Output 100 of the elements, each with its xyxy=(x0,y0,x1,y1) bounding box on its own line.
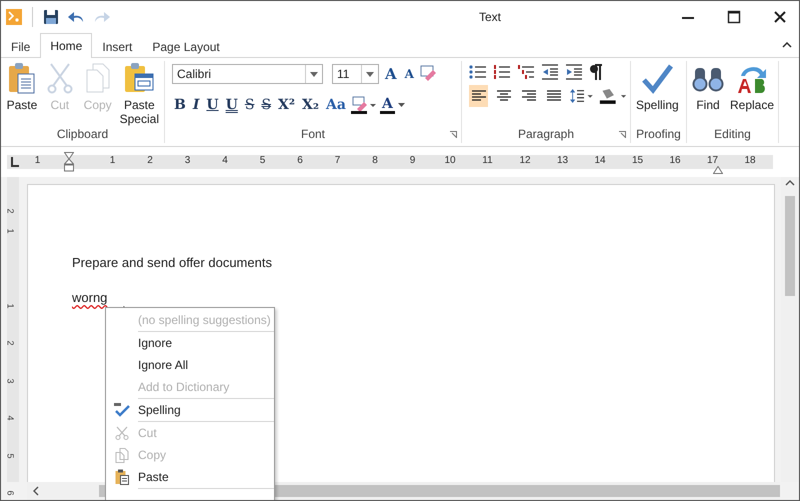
ribbon-tab[interactable]: Insert xyxy=(92,34,142,58)
ruler-number: 3 xyxy=(6,378,16,383)
italic-button[interactable]: I xyxy=(190,95,202,115)
superscript-button[interactable]: X² xyxy=(276,95,298,115)
ruler-number: 18 xyxy=(744,156,756,166)
clear-formatting-icon[interactable] xyxy=(420,65,438,83)
highlight-icon[interactable] xyxy=(350,96,377,114)
group-label: Paragraph xyxy=(518,127,574,143)
right-indent-marker-icon[interactable] xyxy=(713,166,723,174)
shading-icon[interactable] xyxy=(598,87,627,105)
ruler-number: 1 xyxy=(6,228,16,234)
double-strikethrough-button[interactable]: S xyxy=(259,95,274,115)
line-spacing-icon[interactable] xyxy=(570,87,593,105)
ruler-number: 8 xyxy=(372,156,378,166)
dialog-launcher-icon[interactable] xyxy=(450,131,457,138)
ruler-number: 1 xyxy=(34,156,40,166)
ruler-number: 2 xyxy=(6,208,16,214)
dialog-launcher-icon[interactable] xyxy=(619,131,626,138)
strikethrough-button[interactable]: S xyxy=(242,95,256,115)
collapse-ribbon-icon[interactable] xyxy=(782,42,792,48)
indent-marker-icon[interactable] xyxy=(64,152,74,172)
ruler-number: 6 xyxy=(6,490,16,496)
align-lines-icon xyxy=(472,90,486,102)
ruler-number: 16 xyxy=(669,156,681,166)
scrollbar-thumb[interactable] xyxy=(785,196,795,296)
decrease-indent-icon[interactable] xyxy=(541,64,559,80)
copy-icon xyxy=(115,448,129,462)
ruler-number: 6 xyxy=(297,156,303,166)
caret-icon xyxy=(310,72,318,76)
ruler-number: 2 xyxy=(147,156,153,166)
ribbon-tab[interactable]: File xyxy=(1,34,40,58)
ruler-number: 1 xyxy=(110,156,116,166)
underline-button[interactable]: U xyxy=(204,95,221,115)
font-name-dropdown[interactable]: Calibri xyxy=(172,64,323,84)
ruler-number: 3 xyxy=(184,156,190,166)
caret-icon[interactable] xyxy=(398,102,406,108)
ruler-number: 13 xyxy=(556,156,568,166)
menu-item[interactable]: Spelling xyxy=(138,403,181,417)
ribbon-button[interactable]: Paste xyxy=(4,61,40,127)
increase-indent-icon[interactable] xyxy=(565,64,583,80)
ribbon-tab[interactable]: Home xyxy=(40,33,92,58)
clipboard-window-icon xyxy=(123,62,156,94)
group-label: Font xyxy=(300,127,325,143)
ruler-number: 11 xyxy=(482,156,493,166)
ruler-number: 1 xyxy=(6,303,16,308)
app-logo-icon xyxy=(6,9,22,25)
menu-item[interactable]: Paste xyxy=(138,470,169,484)
clipboard-icon xyxy=(115,469,129,485)
ribbon-tab[interactable]: Page Layout xyxy=(142,34,230,58)
align-lines-icon xyxy=(547,90,562,102)
ribbon-button[interactable]: Replace xyxy=(728,61,776,127)
ruler-number: 9 xyxy=(410,156,416,166)
close-icon[interactable] xyxy=(772,10,787,24)
change-case-button[interactable]: Aa xyxy=(324,95,348,115)
scissors-icon xyxy=(115,426,129,440)
ruler-number: 4 xyxy=(6,416,16,420)
ruler-number: 10 xyxy=(444,156,456,166)
ruler-number: 14 xyxy=(594,156,606,166)
numbered-list-icon[interactable] xyxy=(493,64,511,80)
tab-stop-icon[interactable] xyxy=(11,157,19,167)
font-size-dropdown[interactable]: 11 xyxy=(332,64,379,84)
group-label: Editing xyxy=(714,127,751,143)
multilevel-list-icon[interactable] xyxy=(517,64,535,80)
ruler-number: 5 xyxy=(6,453,16,458)
clipboard-icon xyxy=(6,62,37,94)
save-icon[interactable] xyxy=(43,9,59,25)
bullet-list-icon[interactable] xyxy=(469,64,487,80)
ruler-number: 7 xyxy=(334,156,340,166)
document-text: Prepare and send offer documents xyxy=(72,255,272,272)
checkmark-icon xyxy=(640,62,674,94)
font-color-button[interactable]: A xyxy=(380,96,395,114)
subscript-button[interactable]: X₂ xyxy=(300,95,322,115)
maximize-icon[interactable] xyxy=(726,10,741,24)
grow-font-button[interactable]: A xyxy=(383,64,399,84)
document-text: worng xyxy=(72,290,108,307)
ruler-number: 4 xyxy=(222,156,228,166)
ribbon-button[interactable]: Find xyxy=(690,61,726,127)
ruler-number: 12 xyxy=(519,156,531,166)
undo-icon[interactable] xyxy=(67,10,85,24)
align-lines-icon xyxy=(496,90,511,102)
ruler-number: 15 xyxy=(632,156,644,166)
ruler-number: 5 xyxy=(260,156,266,166)
spelling-button[interactable]: Spelling xyxy=(634,61,681,127)
menu-item[interactable]: Ignore xyxy=(138,336,172,350)
shrink-font-button[interactable]: A xyxy=(402,64,416,84)
group-label: Proofing xyxy=(636,127,681,143)
scissors-icon xyxy=(44,62,75,94)
caret-icon xyxy=(366,72,374,76)
ruler-number: 2 xyxy=(6,340,16,346)
align-button[interactable] xyxy=(469,85,488,107)
menu-item[interactable]: Ignore All xyxy=(138,358,188,372)
double-underline-button[interactable]: U xyxy=(224,95,240,115)
spell-check-icon xyxy=(114,403,130,417)
align-lines-icon xyxy=(522,90,536,102)
window-title: Text xyxy=(478,10,501,24)
bold-button[interactable]: B xyxy=(172,95,188,115)
ruler-number: 17 xyxy=(706,156,718,166)
pilcrow-icon[interactable] xyxy=(589,64,603,80)
ribbon-button[interactable]: Paste Special xyxy=(118,61,161,127)
group-label: Clipboard xyxy=(56,127,108,143)
